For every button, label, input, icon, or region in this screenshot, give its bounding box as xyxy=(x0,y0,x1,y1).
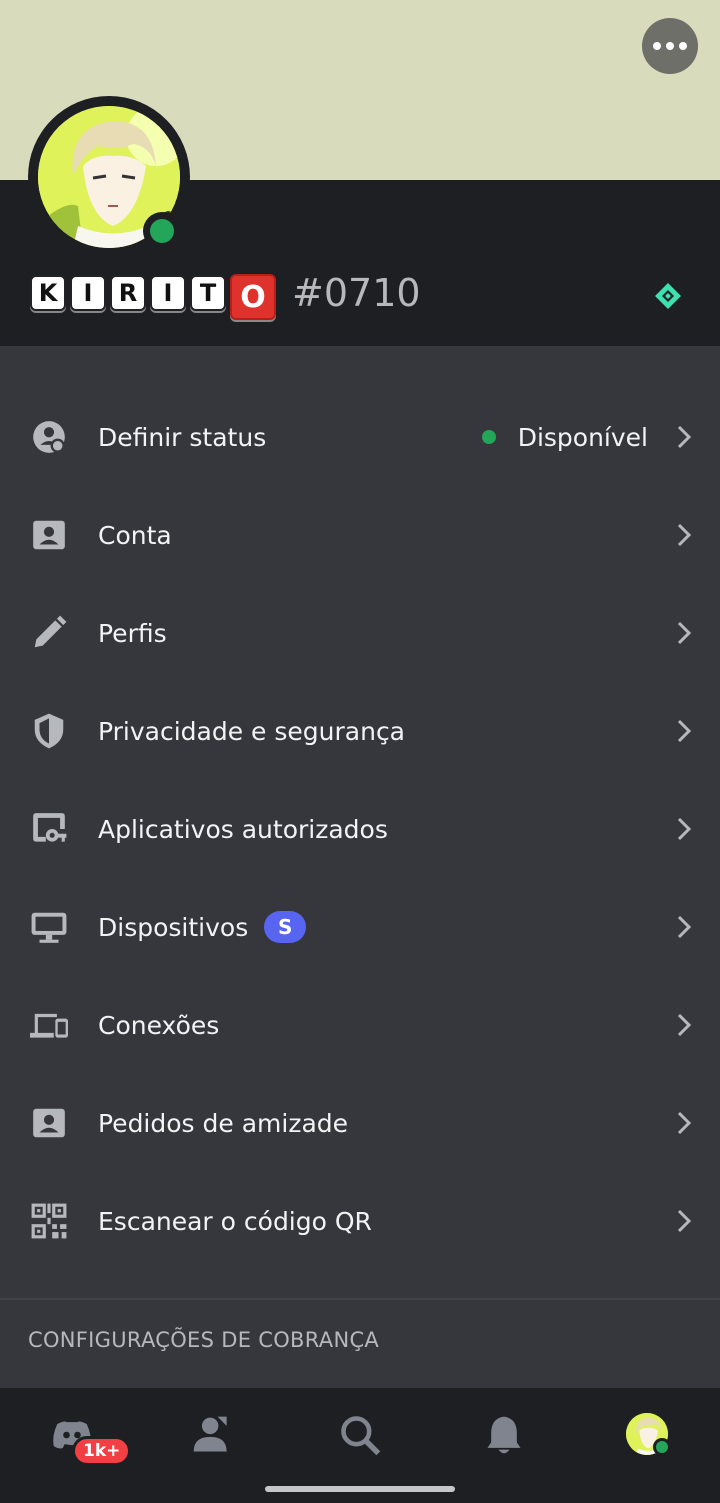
menu-item-account[interactable]: Conta xyxy=(0,486,720,584)
menu-item-scan-qr[interactable]: Escanear o código QR xyxy=(0,1172,720,1270)
username-letter: I xyxy=(70,275,106,311)
discriminator: #0710 xyxy=(292,271,421,315)
notification-count-badge: 1k+ xyxy=(72,1436,132,1466)
chevron-right-icon xyxy=(674,816,694,842)
account-icon xyxy=(30,516,68,554)
settings-menu: Definir status Disponível Conta Perfis P… xyxy=(0,388,720,1270)
chevron-right-icon xyxy=(674,914,694,940)
ellipsis-icon xyxy=(653,42,661,50)
menu-item-label: Escanear o código QR xyxy=(98,1206,372,1236)
menu-item-label: Definir status xyxy=(98,422,267,452)
chevron-right-icon xyxy=(674,1012,694,1038)
menu-item-devices[interactable]: Dispositivos S xyxy=(0,878,720,976)
friends-tab[interactable] xyxy=(182,1410,242,1460)
nitro-gem-icon[interactable] xyxy=(654,282,682,310)
menu-item-label: Pedidos de amizade xyxy=(98,1108,349,1138)
status-icon xyxy=(30,418,68,456)
chevron-right-icon xyxy=(674,522,694,548)
menu-item-friend-requests[interactable]: Pedidos de amizade xyxy=(0,1074,720,1172)
connections-icon xyxy=(30,1006,68,1044)
friend-requests-icon xyxy=(30,1104,68,1142)
menu-item-label: Aplicativos autorizados xyxy=(98,814,388,844)
bell-icon xyxy=(487,1416,521,1454)
authorized-apps-icon xyxy=(30,810,68,848)
billing-section-title: CONFIGURAÇÕES DE COBRANÇA xyxy=(28,1328,380,1352)
search-icon xyxy=(341,1416,381,1456)
username: K I R I T O #0710 xyxy=(30,266,421,320)
menu-item-label: Perfis xyxy=(98,618,167,648)
notifications-tab[interactable] xyxy=(474,1410,534,1460)
search-tab[interactable] xyxy=(330,1410,390,1460)
menu-item-label: Privacidade e segurança xyxy=(98,716,406,746)
chevron-right-icon xyxy=(674,1110,694,1136)
section-divider xyxy=(0,1298,720,1300)
online-dot-icon xyxy=(481,430,496,444)
new-badge: S xyxy=(264,911,307,943)
chevron-right-icon xyxy=(674,1208,694,1234)
chevron-right-icon xyxy=(674,620,694,646)
username-letter: K xyxy=(30,275,66,311)
shield-icon xyxy=(30,712,68,750)
current-status: Disponível xyxy=(481,422,648,452)
monitor-icon xyxy=(30,908,68,946)
menu-item-profiles[interactable]: Perfis xyxy=(0,584,720,682)
chevron-right-icon xyxy=(674,718,694,744)
pencil-icon xyxy=(30,614,68,652)
chevron-right-icon xyxy=(674,424,694,450)
friends-icon xyxy=(193,1416,227,1452)
menu-item-label: Conta xyxy=(98,520,172,550)
username-letter: R xyxy=(110,275,146,311)
menu-item-connections[interactable]: Conexões xyxy=(0,976,720,1074)
more-options-button[interactable] xyxy=(642,18,698,74)
menu-item-set-status[interactable]: Definir status Disponível xyxy=(0,388,720,486)
home-indicator-bar[interactable] xyxy=(265,1486,455,1492)
online-status-indicator xyxy=(653,1438,671,1456)
username-letter: O xyxy=(230,274,276,320)
qr-code-icon xyxy=(30,1202,68,1240)
online-status-indicator xyxy=(143,212,181,250)
username-letter: T xyxy=(190,275,226,311)
menu-item-privacy[interactable]: Privacidade e segurança xyxy=(0,682,720,780)
menu-item-label: Dispositivos xyxy=(98,912,249,942)
username-letter: I xyxy=(150,275,186,311)
menu-item-label: Conexões xyxy=(98,1010,220,1040)
menu-item-authorized-apps[interactable]: Aplicativos autorizados xyxy=(0,780,720,878)
status-value: Disponível xyxy=(517,422,648,452)
